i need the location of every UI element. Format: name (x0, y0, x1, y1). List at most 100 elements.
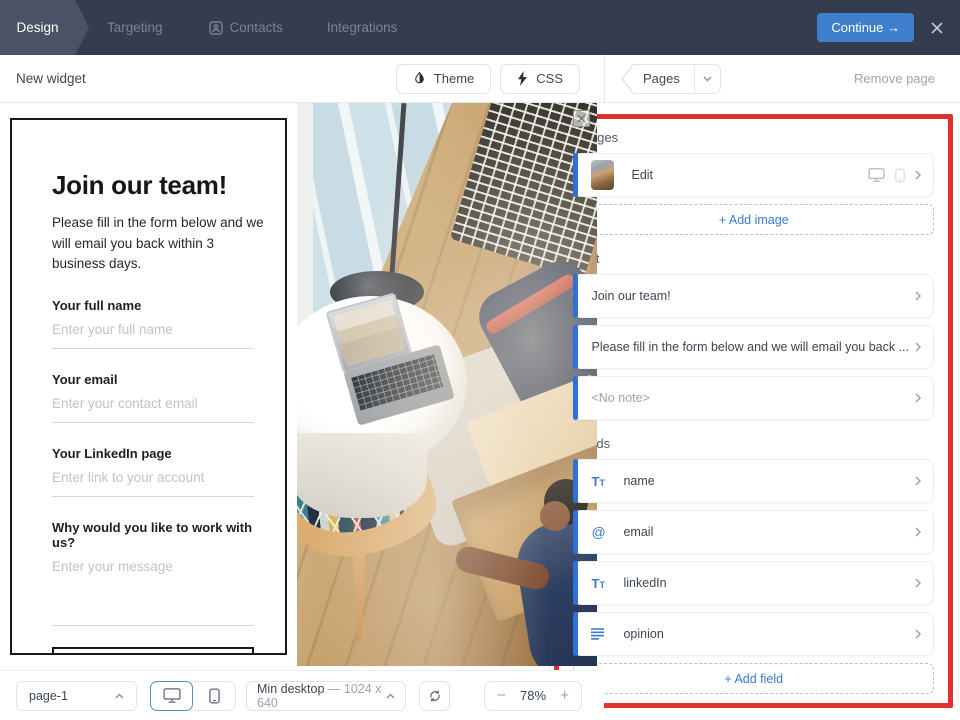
image-thumbnail (591, 160, 614, 190)
zoom-in-button[interactable]: + (558, 688, 571, 703)
card-accent-bar (573, 325, 578, 369)
image-item-label: Edit (631, 168, 653, 182)
contacts-icon (209, 21, 223, 35)
field-item-label: opinion (623, 627, 663, 641)
field-item-card[interactable]: opinion (573, 612, 934, 656)
remove-page-button[interactable]: Remove page (854, 71, 935, 86)
preview-heading[interactable]: Join our team! (52, 170, 261, 201)
lightning-icon (517, 71, 528, 86)
card-accent-bar (573, 274, 578, 318)
photo-person-face (540, 501, 570, 531)
field-item-label: linkedIn (623, 576, 666, 590)
mobile-icon (895, 168, 905, 183)
photo-pillar (297, 103, 313, 338)
preview-description[interactable]: Please fill in the form below and we wil… (52, 213, 265, 275)
pages-label: Pages (633, 71, 694, 86)
widget-title: New widget (16, 71, 86, 86)
field-placeholder: Enter link to your account (52, 470, 261, 485)
chevron-right-icon (915, 393, 921, 403)
css-button[interactable]: CSS (500, 64, 580, 94)
field-underline (52, 348, 254, 349)
preview-field-email[interactable]: Your email Enter your contact email (52, 372, 261, 423)
page-selector-value: page-1 (29, 689, 68, 703)
field-item-card[interactable]: TT linkedIn (573, 561, 934, 605)
field-underline (52, 422, 254, 423)
preview-field-linkedin[interactable]: Your LinkedIn page Enter link to your ac… (52, 446, 261, 497)
tab-contacts[interactable]: Contacts (209, 0, 283, 55)
field-placeholder: Enter your message (52, 559, 261, 574)
mobile-icon (209, 688, 220, 704)
widget-builder-app: Design Targeting Contacts Integrations C… (0, 0, 960, 720)
add-field-button[interactable]: + Add field (573, 663, 934, 694)
device-toggle-group (150, 681, 236, 711)
field-item-card[interactable]: @ email (573, 510, 934, 554)
tab-integrations[interactable]: Integrations (327, 0, 398, 55)
zoom-out-button[interactable]: − (495, 688, 508, 703)
add-image-button[interactable]: + Add image (573, 204, 934, 235)
text-item-card[interactable]: <No note> (573, 376, 934, 420)
text-field-icon: TT (591, 474, 615, 489)
text-section-title: Text (575, 251, 932, 266)
text-item-card[interactable]: Please fill in the form below and we wil… (573, 325, 934, 369)
pages-selector[interactable]: Pages (633, 64, 721, 94)
image-marker-icon[interactable] (573, 110, 590, 127)
text-item-label: <No note> (591, 391, 655, 405)
theme-button[interactable]: Theme (396, 64, 491, 94)
desktop-view-button[interactable] (150, 681, 193, 711)
text-field-icon: TT (591, 576, 615, 591)
card-accent-bar (573, 153, 578, 197)
screen-size-value: Min desktop — 1024 x 640 (257, 682, 386, 710)
main-area: Join our team! Please fill in the form b… (0, 103, 960, 720)
image-item-card[interactable]: Edit (573, 153, 934, 197)
email-field-icon: @ (591, 524, 615, 540)
close-button[interactable] (922, 13, 952, 42)
chevron-right-icon (915, 578, 921, 588)
chevron-up-icon (386, 693, 395, 699)
close-icon (930, 21, 944, 35)
chevron-down-icon[interactable] (694, 65, 720, 93)
rotate-icon (428, 689, 442, 703)
fields-section-title: Fields (575, 436, 932, 451)
text-item-label: Please fill in the form below and we wil… (591, 340, 915, 354)
images-section-title: Images (575, 130, 932, 145)
tab-integrations-label: Integrations (327, 20, 398, 35)
preview-field-message[interactable]: Why would you like to work with us? Ente… (52, 520, 261, 626)
bottom-toolbar: page-1 (0, 670, 604, 720)
text-item-card[interactable]: Join our team! (573, 274, 934, 318)
card-accent-bar (573, 561, 578, 605)
chevron-right-icon (915, 476, 921, 486)
card-accent-bar (573, 459, 578, 503)
continue-button-label: Continue → (831, 20, 900, 35)
field-placeholder: Enter your contact email (52, 396, 261, 411)
photo-table-base (297, 433, 427, 518)
widget-photo[interactable] (297, 103, 597, 666)
css-button-label: CSS (536, 71, 563, 86)
textarea-field-icon (591, 628, 615, 640)
screen-size-primary: Min desktop (257, 682, 324, 696)
theme-button-label: Theme (434, 71, 474, 86)
design-canvas: Join our team! Please fill in the form b… (0, 103, 549, 720)
chevron-right-icon (915, 629, 921, 639)
preview-submit-button[interactable]: SUBMIT (52, 647, 254, 656)
continue-button[interactable]: Continue → (817, 13, 914, 42)
widget-preview-form[interactable]: Join our team! Please fill in the form b… (10, 118, 287, 655)
tab-contacts-label: Contacts (230, 20, 283, 35)
tab-design-label: Design (16, 20, 58, 35)
field-item-label: email (623, 525, 653, 539)
page-selector[interactable]: page-1 (16, 681, 137, 711)
rotate-orientation-button[interactable] (419, 681, 450, 711)
secondary-header-left: New widget Theme CSS (0, 55, 604, 102)
field-item-card[interactable]: TT name (573, 459, 934, 503)
tab-design[interactable]: Design (0, 0, 75, 55)
preview-field-name[interactable]: Your full name Enter your full name (52, 298, 261, 349)
desktop-icon (868, 168, 885, 182)
tab-targeting[interactable]: Targeting (107, 0, 163, 55)
tab-targeting-label: Targeting (107, 20, 163, 35)
mobile-view-button[interactable] (193, 681, 236, 711)
chevron-right-icon (915, 170, 921, 180)
screen-size-selector[interactable]: Min desktop — 1024 x 640 (246, 681, 406, 711)
field-label: Your LinkedIn page (52, 446, 261, 461)
selected-panel-highlight: Images Edit (554, 114, 953, 708)
field-label: Your full name (52, 298, 261, 313)
field-label: Your email (52, 372, 261, 387)
